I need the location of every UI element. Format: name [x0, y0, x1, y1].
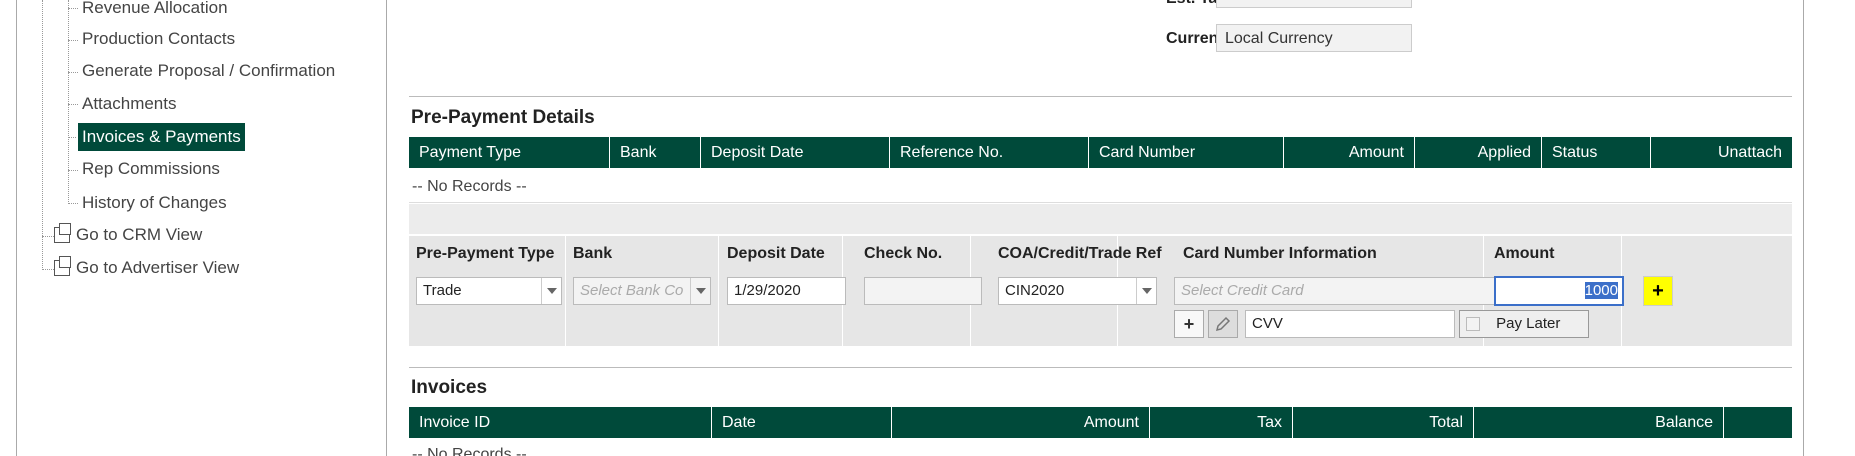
prepayment-form: Pre-Payment Type Trade Bank Select Bank …	[409, 236, 1792, 346]
plus-icon: +	[1183, 313, 1195, 334]
est-tax-value: 50.00	[1216, 0, 1412, 8]
tree-connector	[68, 72, 78, 73]
bank-placeholder: Select Bank Co	[580, 282, 684, 299]
invoices-section-title: Invoices	[411, 377, 488, 398]
prepayment-type-select[interactable]: Trade	[416, 277, 562, 305]
main-border-right	[1803, 0, 1804, 456]
sidebar-item-history-of-changes[interactable]: History of Changes	[82, 189, 227, 217]
crm-link-label: Go to CRM View	[76, 225, 203, 244]
grid-divider	[409, 202, 1792, 203]
coa-ref-label: COA/Credit/Trade Ref	[998, 245, 1162, 262]
pay-later-toggle[interactable]: Pay Later	[1459, 310, 1589, 338]
chevron-down-icon[interactable]	[1136, 278, 1156, 304]
tree-guide-line	[68, 0, 69, 204]
panel-divider	[386, 0, 387, 456]
cvv-input[interactable]: CVV	[1245, 310, 1455, 338]
col-deposit-date[interactable]: Deposit Date	[701, 137, 890, 168]
edit-card-button[interactable]	[1208, 310, 1238, 338]
prepayment-section-title: Pre-Payment Details	[411, 107, 595, 128]
col-invoice-id[interactable]: Invoice ID	[409, 407, 712, 438]
coa-ref-select[interactable]: CIN2020	[998, 277, 1157, 305]
deposit-date-input[interactable]: 1/29/2020	[727, 277, 846, 305]
prepayment-type-label: Pre-Payment Type	[416, 245, 555, 262]
currency-field: Local Currency	[1216, 24, 1412, 52]
sidebar-item-revenue-allocation[interactable]: Revenue Allocation	[82, 0, 228, 22]
prepayment-grid-header: Payment Type Bank Deposit Date Reference…	[409, 137, 1792, 168]
grid-footer-band	[409, 204, 1792, 234]
sidebar-item-rep-commissions[interactable]: Rep Commissions	[82, 155, 220, 183]
col-total[interactable]: Total	[1293, 407, 1474, 438]
sidebar-item-attachments[interactable]: Attachments	[82, 90, 177, 118]
tree-connector	[42, 236, 54, 237]
col-amount[interactable]: Amount	[1284, 137, 1415, 168]
col-status[interactable]: Status	[1542, 137, 1651, 168]
chevron-down-icon[interactable]	[541, 278, 561, 304]
col-payment-type[interactable]: Payment Type	[409, 137, 610, 168]
add-card-button[interactable]: +	[1174, 310, 1204, 338]
col-amount[interactable]: Amount	[892, 407, 1150, 438]
credit-card-placeholder: Select Credit Card	[1181, 282, 1304, 299]
sidebar-item-invoices-payments[interactable]: Invoices & Payments	[78, 123, 245, 151]
col-date[interactable]: Date	[712, 407, 892, 438]
coa-ref-value: CIN2020	[1005, 282, 1065, 299]
tree-connector	[68, 170, 78, 171]
deposit-date-label: Deposit Date	[727, 245, 825, 262]
sidebar-item-production-contacts[interactable]: Production Contacts	[82, 25, 235, 53]
tree-connector	[68, 8, 78, 9]
go-to-advertiser-view-link[interactable]: Go to Advertiser View	[54, 256, 239, 280]
amount-value: 1000	[1584, 282, 1618, 299]
invoices-no-records: -- No Records --	[412, 446, 527, 456]
bank-label: Bank	[573, 245, 613, 262]
col-reference-no[interactable]: Reference No.	[890, 137, 1089, 168]
check-no-input[interactable]	[864, 277, 982, 305]
tree-connector	[68, 40, 78, 41]
col-actions	[1724, 407, 1792, 438]
prepayment-no-records: -- No Records --	[412, 178, 527, 195]
advertiser-link-label: Go to Advertiser View	[76, 258, 240, 277]
pencil-icon	[1215, 316, 1231, 332]
col-tax[interactable]: Tax	[1150, 407, 1293, 438]
card-number-info-label: Card Number Information	[1183, 245, 1377, 262]
prepayment-type-value: Trade	[423, 282, 462, 299]
external-link-icon	[54, 256, 71, 276]
col-unattach[interactable]: Unattach	[1651, 137, 1792, 168]
tree-connector	[68, 203, 78, 204]
section-divider	[409, 367, 1792, 368]
section-divider	[409, 96, 1792, 97]
sidebar-item-generate-proposal[interactable]: Generate Proposal / Confirmation	[82, 57, 335, 85]
invoices-grid-header: Invoice ID Date Amount Tax Total Balance	[409, 407, 1792, 438]
tree-connector	[42, 269, 54, 270]
col-applied[interactable]: Applied	[1415, 137, 1542, 168]
tree-connector	[68, 137, 76, 138]
bank-select[interactable]: Select Bank Co	[573, 277, 711, 305]
add-prepayment-button[interactable]: +	[1643, 276, 1673, 306]
panel-border-left	[16, 0, 17, 456]
chevron-down-icon[interactable]	[690, 278, 710, 304]
pay-later-checkbox[interactable]	[1466, 317, 1480, 332]
check-no-label: Check No.	[864, 245, 943, 262]
go-to-crm-view-link[interactable]: Go to CRM View	[54, 223, 202, 247]
amount-input[interactable]: 1000	[1494, 276, 1624, 306]
col-bank[interactable]: Bank	[610, 137, 701, 168]
tree-guide-line-outer	[42, 0, 43, 270]
pay-later-label: Pay Later	[1496, 315, 1561, 332]
amount-label: Amount	[1494, 245, 1555, 262]
main-content: Est. Tax 50.00 Currency Local Currency P…	[388, 0, 1804, 456]
external-link-icon	[54, 223, 71, 243]
left-navigation-panel: Revenue Allocation Production Contacts G…	[0, 0, 388, 456]
tree-connector	[68, 104, 78, 105]
col-balance[interactable]: Balance	[1474, 407, 1724, 438]
plus-icon: +	[1652, 279, 1664, 302]
col-card-number[interactable]: Card Number	[1089, 137, 1284, 168]
